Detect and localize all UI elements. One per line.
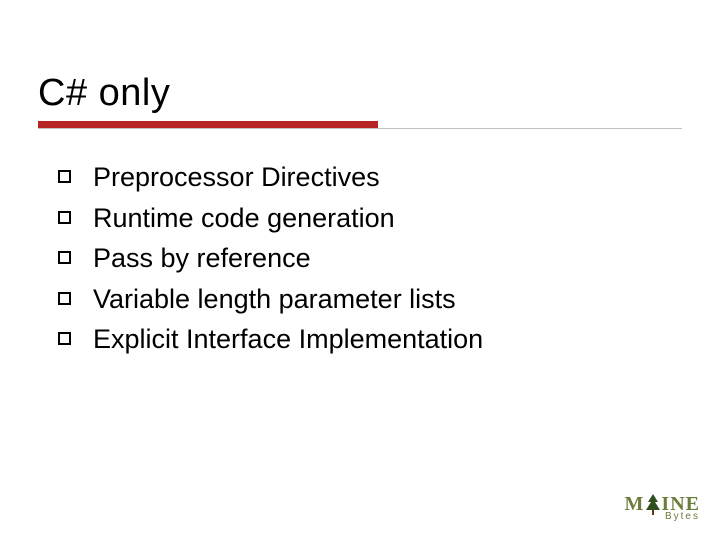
bullet-list: Preprocessor Directives Runtime code gen… <box>58 160 678 363</box>
list-item: Preprocessor Directives <box>58 160 678 195</box>
square-bullet-icon <box>58 251 71 264</box>
list-item: Runtime code generation <box>58 201 678 236</box>
underline-accent <box>38 121 378 128</box>
square-bullet-icon <box>58 292 71 305</box>
logo-letter-m: M <box>625 494 645 514</box>
title-block: C# only <box>38 72 682 131</box>
list-item-label: Variable length parameter lists <box>93 282 456 317</box>
square-bullet-icon <box>58 211 71 224</box>
list-item-label: Preprocessor Directives <box>93 160 380 195</box>
square-bullet-icon <box>58 170 71 183</box>
slide-title: C# only <box>38 72 682 115</box>
list-item: Explicit Interface Implementation <box>58 322 678 357</box>
list-item-label: Pass by reference <box>93 241 311 276</box>
list-item: Pass by reference <box>58 241 678 276</box>
underline-rule <box>38 128 682 129</box>
list-item-label: Explicit Interface Implementation <box>93 322 483 357</box>
list-item-label: Runtime code generation <box>93 201 395 236</box>
footer-logo: M INE Bytes <box>625 494 700 522</box>
square-bullet-icon <box>58 332 71 345</box>
pine-tree-icon <box>646 494 660 516</box>
slide: C# only Preprocessor Directives Runtime … <box>0 0 720 540</box>
title-underline <box>38 121 682 131</box>
list-item: Variable length parameter lists <box>58 282 678 317</box>
